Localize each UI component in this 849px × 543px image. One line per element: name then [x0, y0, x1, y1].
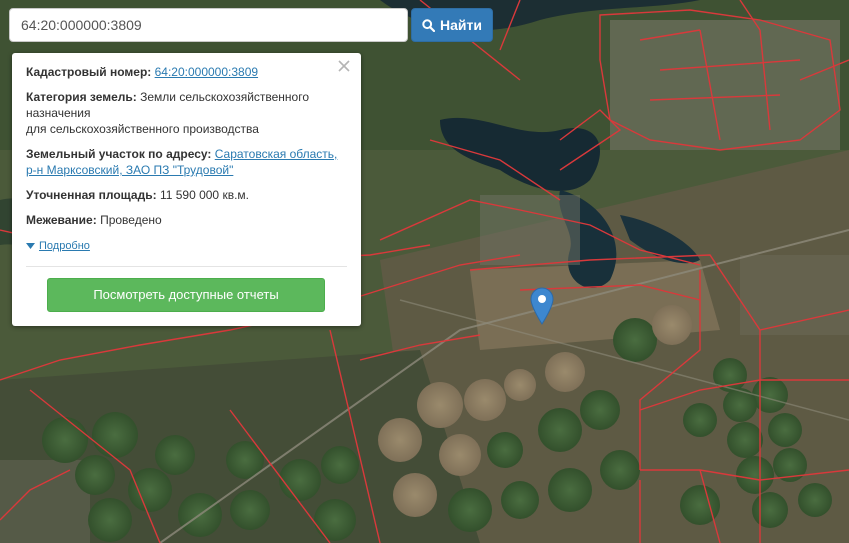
details-label: Подробно: [39, 240, 90, 252]
address-row: Земельный участок по адресу: Саратовская…: [26, 146, 347, 178]
area-value: 11 590 000 кв.м.: [159, 188, 249, 202]
view-reports-button[interactable]: Посмотреть доступные отчеты: [47, 278, 325, 312]
address-label: Земельный участок по адресу:: [26, 147, 212, 161]
cadastral-number-row: Кадастровый номер: 64:20:000000:3809: [26, 64, 347, 80]
search-button-label: Найти: [440, 17, 482, 33]
parcel-info-popup: Кадастровый номер: 64:20:000000:3809 Кат…: [12, 53, 361, 326]
address-link-line2[interactable]: р-н Марксовский, ЗАО ПЗ "Трудовой": [26, 163, 233, 177]
details-toggle[interactable]: Подробно: [26, 238, 347, 254]
survey-label: Межевание:: [26, 213, 97, 227]
close-icon[interactable]: [335, 57, 353, 75]
view-reports-label: Посмотреть доступные отчеты: [93, 287, 279, 302]
land-category-value-3: для сельскохозяйственного производства: [26, 122, 259, 136]
search-icon: [422, 18, 436, 32]
search-input[interactable]: [9, 8, 408, 42]
search-button[interactable]: Найти: [411, 8, 493, 42]
map-marker-icon[interactable]: [530, 287, 554, 325]
cadastral-number-label: Кадастровый номер:: [26, 65, 152, 79]
land-category-value-1: Земли сельскохозяйственного: [140, 90, 310, 104]
land-category-row: Категория земель: Земли сельскохозяйстве…: [26, 89, 347, 137]
address-link-line1[interactable]: Саратовская область,: [215, 147, 338, 161]
land-category-label: Категория земель:: [26, 90, 137, 104]
popup-divider: [26, 266, 347, 267]
area-label: Уточненная площадь:: [26, 188, 157, 202]
survey-row: Межевание: Проведено: [26, 212, 347, 228]
cadastral-number-link[interactable]: 64:20:000000:3809: [155, 65, 258, 79]
land-category-value-2: назначения: [26, 106, 91, 120]
caret-down-icon: [26, 238, 35, 254]
survey-value: Проведено: [100, 213, 162, 227]
area-row: Уточненная площадь: 11 590 000 кв.м.: [26, 187, 347, 203]
